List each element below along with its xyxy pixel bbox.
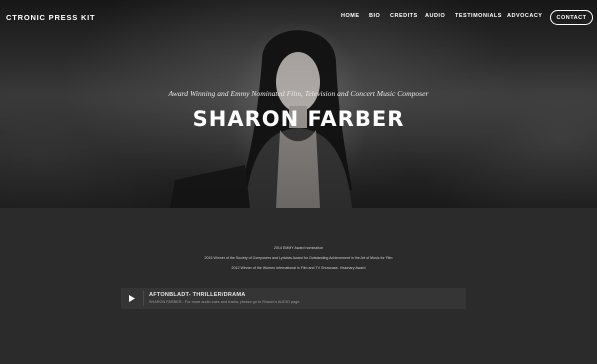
award-line: 2015 Winner of the Society of Composers …	[204, 256, 393, 260]
nav-bio[interactable]: BIO	[369, 13, 380, 19]
nav-home[interactable]: HOME	[341, 13, 360, 19]
player-divider	[143, 291, 144, 306]
play-icon	[129, 295, 135, 302]
track-title: AFTONBLADT- THRILLER/DRAMA	[149, 292, 246, 298]
hero-tagline: Award Winning and Emmy Nominated Film, T…	[168, 89, 429, 98]
contact-button[interactable]: CONTACT	[550, 10, 593, 25]
hero-title: SHARON FARBER	[192, 107, 405, 131]
nav-credits[interactable]: CREDITS	[390, 13, 418, 19]
hero-section: CTRONIC PRESS KIT HOME BIO CREDITS AUDIO…	[0, 0, 597, 208]
nav-audio[interactable]: AUDIO	[425, 13, 445, 19]
audio-player: AFTONBLADT- THRILLER/DRAMA SHARON FARBER…	[121, 288, 466, 309]
site-brand[interactable]: CTRONIC PRESS KIT	[6, 13, 95, 22]
nav-testimonials[interactable]: TESTIMONIALS	[455, 13, 502, 19]
award-line: 2014 EMMY Award nomination	[273, 246, 324, 250]
track-subtitle: SHARON FARBER - For more audio cues and …	[149, 300, 301, 304]
play-button[interactable]	[121, 288, 143, 309]
content-section	[0, 208, 597, 364]
award-line: 2012 Winner of the Women International i…	[231, 266, 366, 270]
hero-overlay	[0, 0, 597, 208]
nav-advocacy[interactable]: ADVOCACY	[507, 13, 542, 19]
